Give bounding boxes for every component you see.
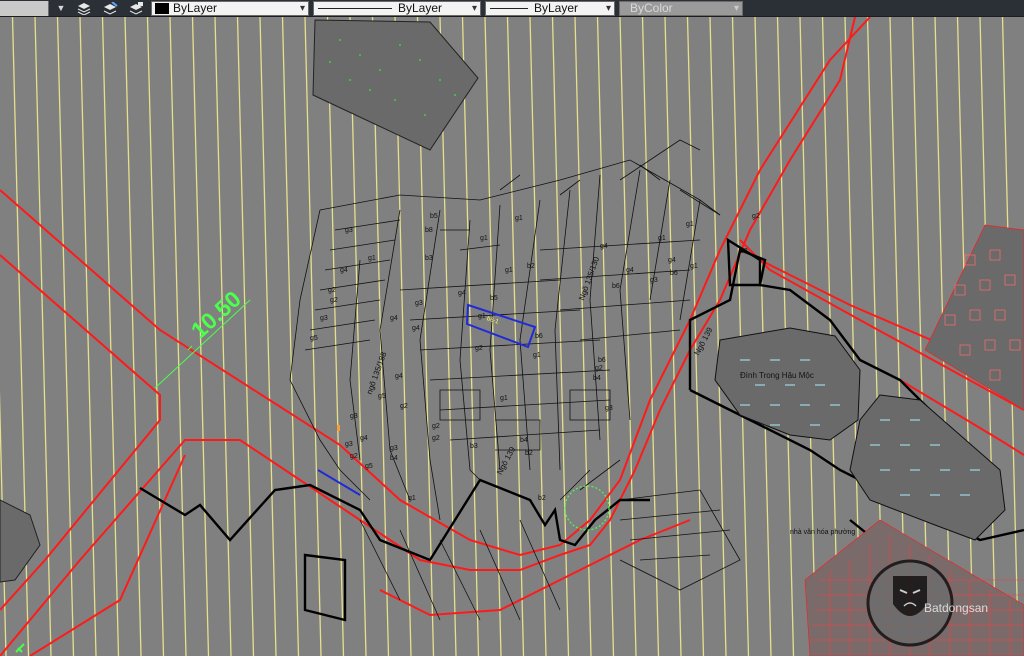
lot-label: g3 <box>605 405 613 412</box>
lot-label: g4 <box>626 267 634 274</box>
watermark-text: Batdongsan <box>924 601 988 615</box>
lot-label: g1 <box>368 255 376 262</box>
lot-label: b4 <box>390 455 398 462</box>
lot-label: g2 <box>432 435 440 442</box>
lineweight-preview <box>490 7 528 9</box>
layer-states-icon[interactable] <box>73 1 95 16</box>
lot-label: b3 <box>740 248 748 255</box>
lineweight-select-value: ByLayer <box>534 1 579 15</box>
lot-label: g1 <box>658 235 666 242</box>
lot-label: b3 <box>425 255 433 262</box>
chevron-down-icon: ▾ <box>733 2 739 14</box>
lot-label: g4 <box>360 435 368 442</box>
lot-label: b2 <box>527 263 535 270</box>
lot-label: g4 <box>668 257 676 264</box>
chevron-down-icon: ▾ <box>299 2 305 14</box>
lot-label: g2 <box>595 365 603 372</box>
lot-label: g2 <box>475 345 483 352</box>
lot-label: b5 <box>490 295 498 302</box>
lot-label: g4 <box>340 267 348 274</box>
chevron-down-icon: ▾ <box>605 2 611 14</box>
lot-label: g3 <box>350 413 358 420</box>
pond-label: Đình Trong Hậu Mộc <box>740 371 814 380</box>
lot-label: b6 <box>598 357 606 364</box>
plotstyle-select-value: ByColor <box>630 1 673 15</box>
lot-label: g3 <box>415 300 423 307</box>
lot-label: g1 <box>480 235 488 242</box>
layer-match-icon[interactable] <box>99 1 121 16</box>
lot-label: g2 <box>330 297 338 304</box>
lot-label: b6 <box>670 270 678 277</box>
plotstyle-select: ByColor ▾ <box>619 0 743 16</box>
lot-label: g4 <box>395 373 403 380</box>
lot-label: b4 <box>593 375 601 382</box>
lineweight-select[interactable]: ByLayer ▾ <box>485 0 615 16</box>
lot-label: g2 <box>400 403 408 410</box>
lot-label: b8 <box>425 227 433 234</box>
lot-label: g5 <box>365 463 373 470</box>
lot-label: g3 <box>345 227 353 234</box>
lot-label: g2 <box>328 287 336 294</box>
lot-label: g2 <box>432 423 440 430</box>
color-swatch <box>155 2 169 14</box>
layer-previous-icon[interactable] <box>125 1 147 16</box>
lot-label: g5 <box>378 393 386 400</box>
lot-label: b5 <box>430 213 438 220</box>
lot-label: g1 <box>500 395 508 402</box>
color-select[interactable]: ByLayer ▾ <box>151 0 309 16</box>
lot-label: g5 <box>310 335 318 342</box>
lot-label: g4 <box>458 290 466 297</box>
lot-label: g1 <box>478 313 486 320</box>
house-caption: nhà văn hóa phường <box>790 529 855 536</box>
toolbar-left-panel <box>0 0 49 16</box>
survey-marker <box>337 425 340 431</box>
lot-label: g2 <box>752 213 760 220</box>
lot-label: g2 <box>350 453 358 460</box>
lot-label: b2 <box>525 450 533 457</box>
lot-label: g1 <box>408 495 416 502</box>
lot-label: b6 <box>612 283 620 290</box>
toolbar-dropdown-chevron-icon[interactable]: ▼ <box>53 1 69 16</box>
chevron-down-icon: ▾ <box>471 2 477 14</box>
linetype-preview <box>318 7 392 9</box>
lot-label: g1 <box>686 221 694 228</box>
lot-label: g1 <box>505 267 513 274</box>
linetype-select[interactable]: ByLayer ▾ <box>313 0 481 16</box>
lot-label: g3 <box>345 441 353 448</box>
lot-label: g1 <box>690 263 698 270</box>
color-select-value: ByLayer <box>173 1 218 15</box>
lot-label: b4 <box>520 437 528 444</box>
lot-label: g4 <box>390 315 398 322</box>
lot-label: g3 <box>390 445 398 452</box>
linetype-select-value: ByLayer <box>398 1 443 15</box>
lot-label: g1 <box>515 215 523 222</box>
lot-label: g1 <box>533 352 541 359</box>
lot-label: g4 <box>412 325 420 332</box>
lot-label: b6 <box>535 333 543 340</box>
drawing-canvas[interactable]: 10.50 b6-1 ngõ 135/188 Ngõ 135/130 Ngõ 1… <box>0 17 1024 656</box>
lot-label: g3 <box>320 315 328 322</box>
lot-label: g4 <box>600 243 608 250</box>
lot-label: g3 <box>650 277 658 284</box>
properties-toolbar: ▼ ByLayer ▾ ByLayer ▾ ByLayer ▾ ByColor … <box>0 0 1024 17</box>
lot-label: b3 <box>470 443 478 450</box>
lot-label: b2 <box>538 495 546 502</box>
